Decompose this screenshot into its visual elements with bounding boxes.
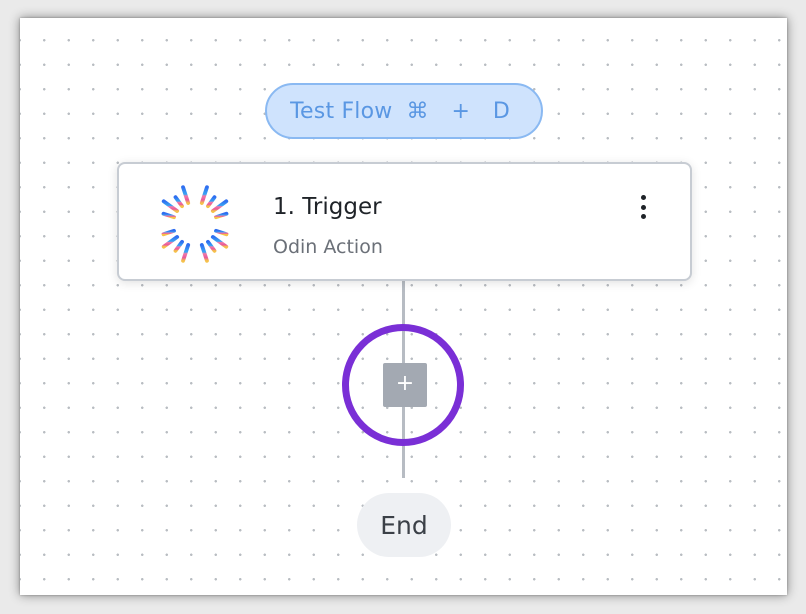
logo-ray — [181, 185, 191, 205]
end-node: End — [357, 493, 451, 557]
logo-ray — [173, 239, 184, 253]
logo-ray — [199, 243, 209, 263]
menu-dot — [640, 214, 646, 219]
flow-canvas[interactable]: Test Flow ⌘ + D 1. Trigger Odin Action +… — [20, 18, 787, 595]
odin-logo-icon — [154, 185, 236, 263]
trigger-title: 1. Trigger — [273, 194, 382, 220]
logo-ray — [161, 211, 176, 220]
logo-ray — [173, 195, 184, 209]
menu-dot — [640, 195, 646, 200]
test-flow-button[interactable]: Test Flow ⌘ + D — [265, 83, 543, 139]
logo-ray — [161, 228, 176, 237]
logo-ray — [161, 199, 180, 213]
logo-ray — [206, 195, 217, 209]
test-flow-shortcut: ⌘ + D — [406, 98, 518, 124]
logo-ray — [210, 199, 229, 213]
logo-ray — [214, 228, 229, 237]
trigger-step-card[interactable]: 1. Trigger Odin Action — [117, 162, 692, 281]
kebab-menu-icon[interactable] — [631, 192, 655, 222]
logo-ray — [181, 243, 191, 263]
logo-ray — [210, 235, 229, 249]
trigger-subtitle: Odin Action — [273, 236, 383, 258]
menu-dot — [640, 204, 646, 210]
add-step-button[interactable]: + — [383, 363, 427, 407]
logo-ray — [199, 185, 209, 205]
logo-ray — [214, 211, 229, 220]
logo-ray — [161, 235, 180, 249]
logo-ray — [206, 239, 217, 253]
test-flow-label: Test Flow — [290, 98, 393, 124]
